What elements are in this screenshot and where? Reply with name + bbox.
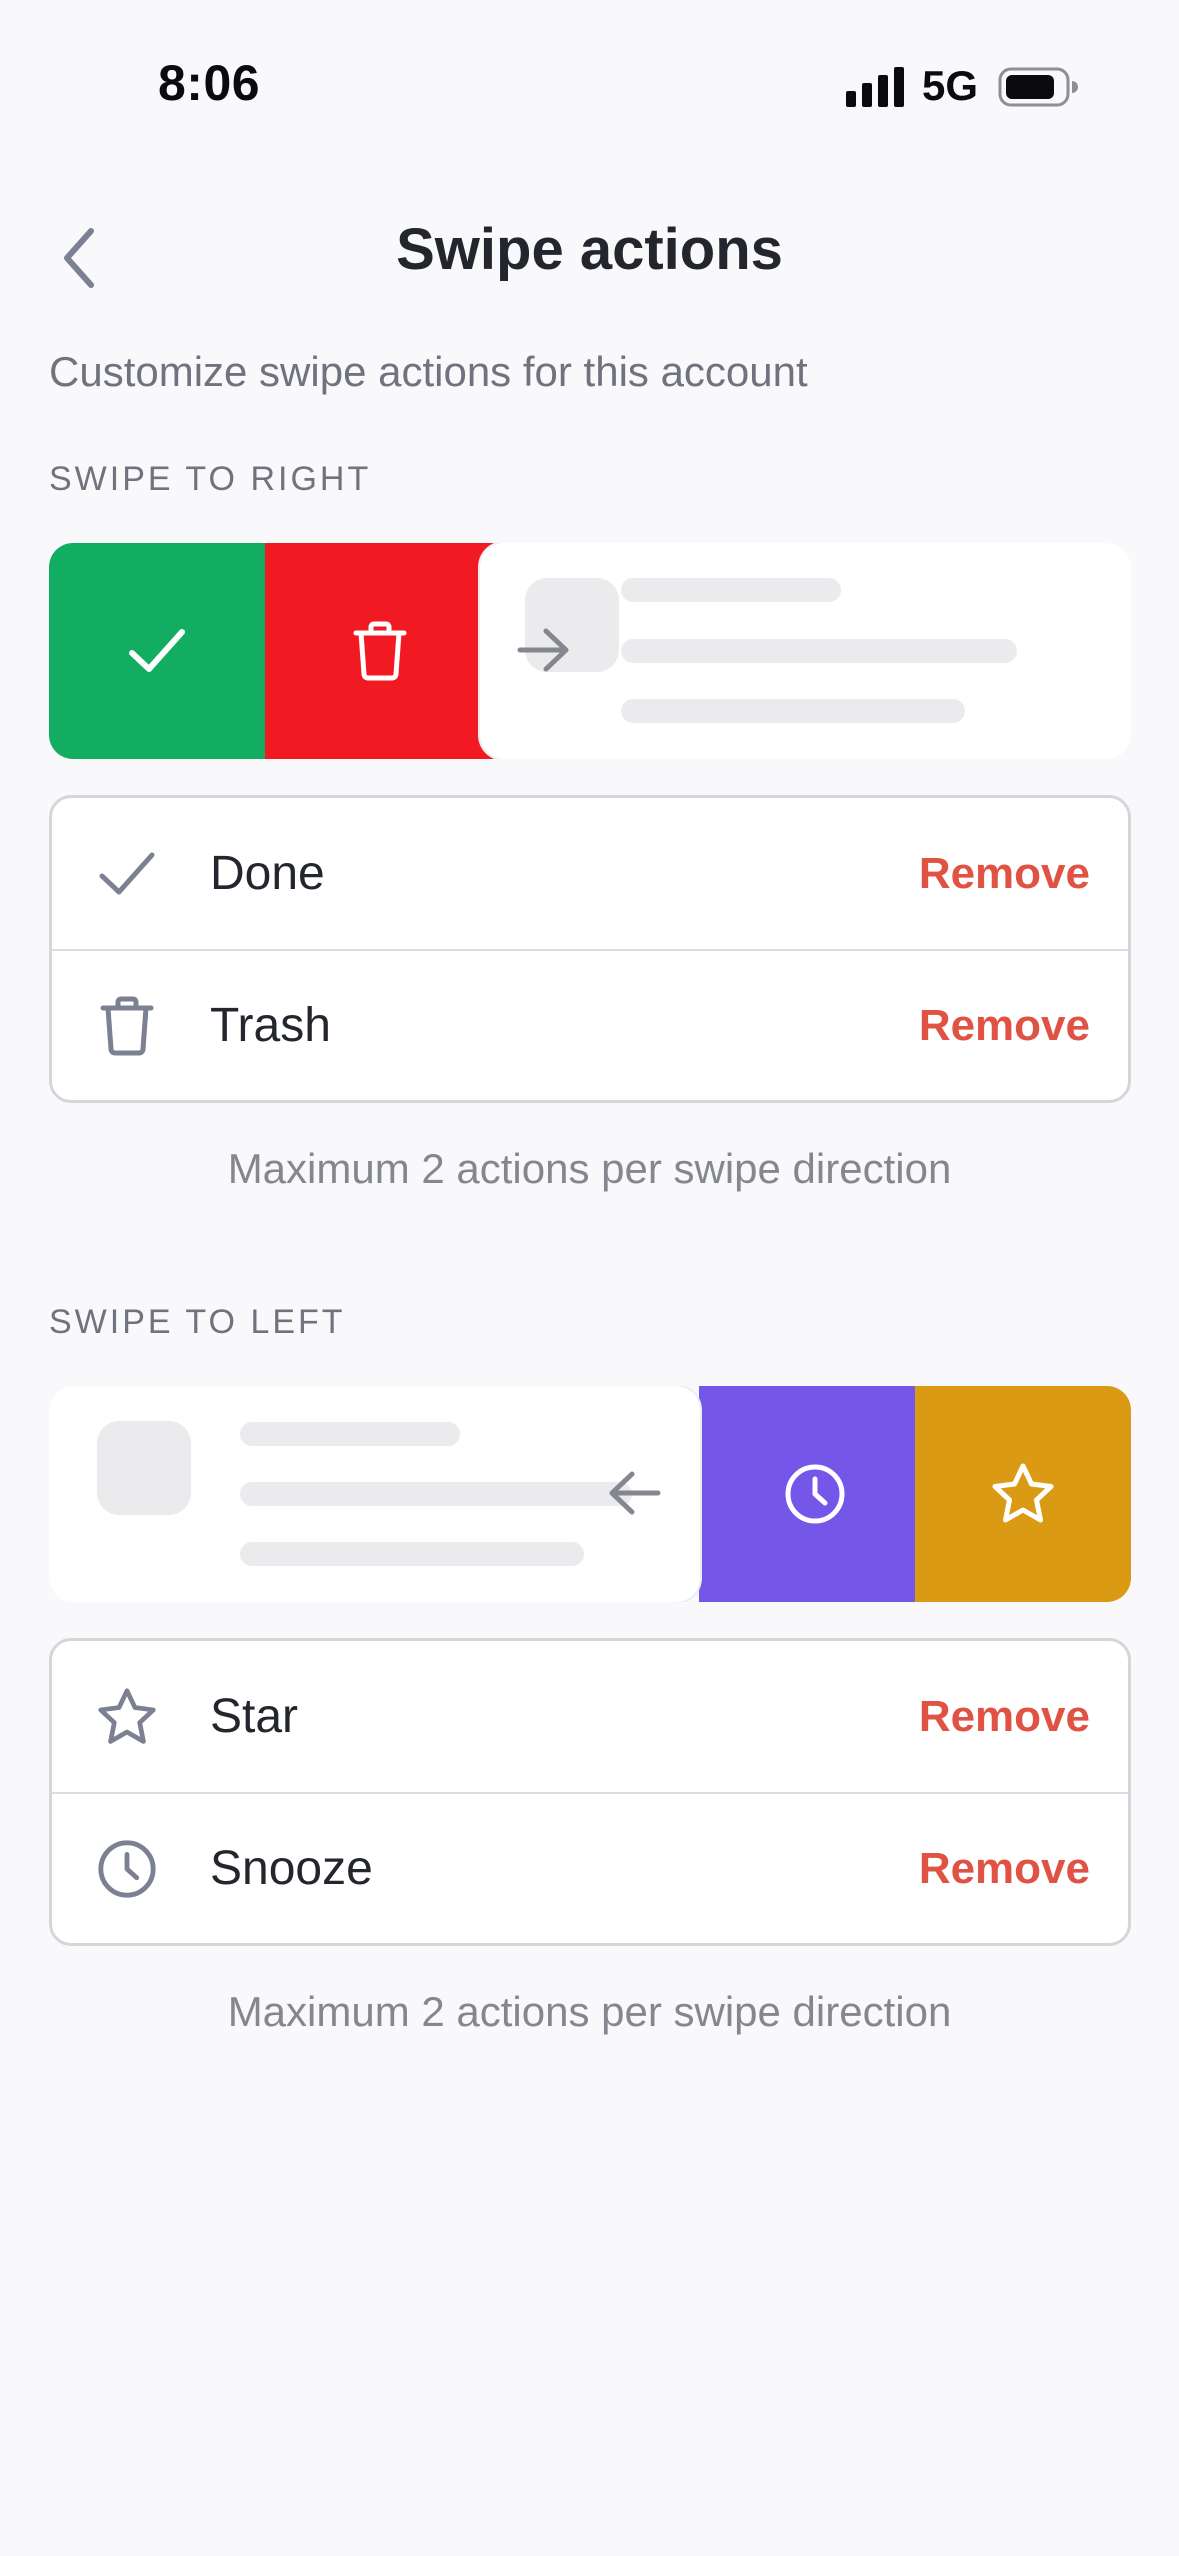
- section-label-swipe-left: SWIPE TO LEFT: [49, 1303, 346, 1341]
- cellular-signal-icon: [846, 67, 904, 107]
- swipe-left-preview: [49, 1386, 1131, 1602]
- preview-star-button: [915, 1386, 1131, 1602]
- trash-icon: [96, 995, 158, 1057]
- status-bar: 8:06 5G: [0, 0, 1179, 150]
- swipe-left-action-list: Star Remove Snooze Remove: [49, 1638, 1131, 1946]
- star-icon: [992, 1463, 1054, 1523]
- action-label: Trash: [210, 999, 331, 1052]
- preview-line: [240, 1542, 584, 1566]
- preview-email-card: [480, 543, 1131, 759]
- clock-icon: [96, 1838, 158, 1900]
- trash-icon: [353, 621, 407, 681]
- star-icon: [96, 1686, 158, 1748]
- arrow-right-icon: [517, 628, 569, 672]
- status-time: 8:06: [158, 55, 261, 111]
- action-row-star: Star Remove: [52, 1641, 1128, 1792]
- swipe-right-action-list: Done Remove Trash Remove: [49, 795, 1131, 1103]
- preview-line: [240, 1422, 460, 1446]
- remove-trash-button[interactable]: Remove: [919, 1001, 1090, 1051]
- preview-line: [240, 1482, 632, 1506]
- max-actions-hint: Maximum 2 actions per swipe direction: [227, 1145, 952, 1192]
- page-subtitle: Customize swipe actions for this account: [49, 348, 808, 395]
- preview-trash-button: [265, 543, 495, 759]
- remove-snooze-button[interactable]: Remove: [919, 1844, 1090, 1894]
- preview-thumbnail: [97, 1421, 191, 1515]
- nav-bar: Swipe actions: [0, 200, 1179, 310]
- action-label: Done: [210, 847, 325, 900]
- checkmark-icon: [129, 629, 185, 672]
- action-row-trash: Trash Remove: [52, 949, 1128, 1100]
- remove-star-button[interactable]: Remove: [919, 1692, 1090, 1742]
- battery-icon: [998, 67, 1078, 107]
- clock-icon: [785, 1464, 845, 1524]
- swipe-right-preview: [49, 543, 1131, 759]
- action-label: Snooze: [210, 1842, 373, 1895]
- remove-done-button[interactable]: Remove: [919, 849, 1090, 899]
- arrow-left-icon: [609, 1471, 661, 1515]
- checkmark-icon: [96, 843, 158, 905]
- action-row-snooze: Snooze Remove: [52, 1792, 1128, 1943]
- preview-email-card: [49, 1386, 700, 1602]
- preview-snooze-button: [699, 1386, 931, 1602]
- preview-line: [621, 578, 841, 602]
- action-label: Star: [210, 1690, 299, 1743]
- section-label-swipe-right: SWIPE TO RIGHT: [49, 460, 372, 498]
- action-row-done: Done Remove: [52, 798, 1128, 949]
- preview-done-button: [49, 543, 265, 759]
- preview-line: [621, 639, 1017, 663]
- page-title: Swipe actions: [396, 217, 783, 282]
- network-type: 5G: [922, 62, 979, 109]
- preview-line: [621, 699, 965, 723]
- max-actions-hint: Maximum 2 actions per swipe direction: [227, 1988, 952, 2035]
